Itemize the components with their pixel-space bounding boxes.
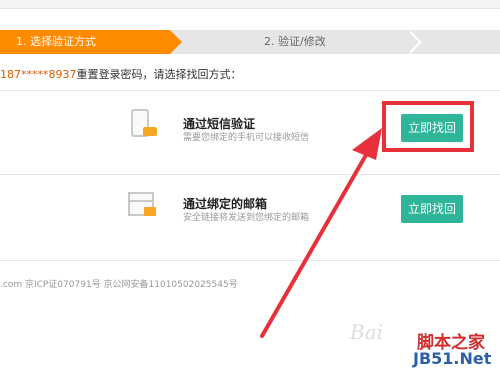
- arrow-head: [352, 128, 382, 160]
- jb51-watermark-en: JB51.Net: [413, 349, 492, 368]
- annotation-arrow: [260, 128, 382, 338]
- arrow-shaft: [260, 153, 368, 338]
- baidu-watermark: Bai: [350, 320, 384, 344]
